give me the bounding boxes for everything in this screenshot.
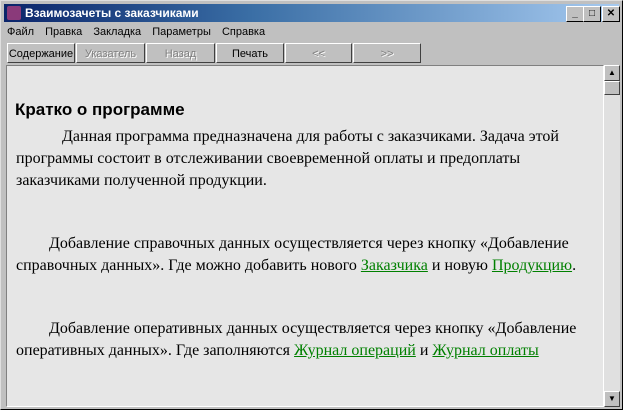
- maximize-button[interactable]: □: [583, 6, 601, 22]
- product-link[interactable]: Продукцию: [492, 257, 572, 274]
- window-title: Взаимозачеты с заказчиками: [25, 6, 199, 20]
- payments-journal-link[interactable]: Журнал оплаты: [432, 342, 538, 359]
- page-heading: Кратко о программе: [15, 100, 185, 119]
- next-button[interactable]: >>: [353, 43, 421, 63]
- print-button[interactable]: Печать: [216, 43, 284, 63]
- back-button[interactable]: Назад: [146, 43, 215, 63]
- help-window: Взаимозачеты с заказчиками _ □ ✕ Файл Пр…: [0, 0, 623, 410]
- minimize-button[interactable]: _: [566, 6, 584, 22]
- title-bar: Взаимозачеты с заказчиками _ □ ✕: [4, 4, 620, 22]
- prev-button[interactable]: <<: [285, 43, 352, 63]
- menu-file[interactable]: Файл: [7, 26, 34, 38]
- text: и новую: [427, 257, 492, 274]
- operations-journal-link[interactable]: Журнал операций: [294, 342, 416, 359]
- menu-bookmark[interactable]: Закладка: [93, 26, 141, 38]
- index-button[interactable]: Указатель: [76, 43, 145, 63]
- scroll-thumb[interactable]: [604, 81, 620, 95]
- contents-button[interactable]: Содержание: [7, 43, 75, 63]
- menu-edit[interactable]: Правка: [45, 26, 82, 38]
- vertical-scrollbar[interactable]: ▲ ▼: [604, 65, 620, 407]
- scroll-down-arrow-icon[interactable]: ▼: [604, 391, 620, 407]
- menu-options[interactable]: Параметры: [152, 26, 211, 38]
- text: и: [415, 342, 433, 359]
- menu-help[interactable]: Справка: [222, 26, 265, 38]
- scroll-up-arrow-icon[interactable]: ▲: [604, 65, 620, 81]
- menu-bar: Файл Правка Закладка Параметры Справка: [7, 24, 273, 40]
- app-book-icon: [7, 6, 21, 20]
- paragraph-reference-data: Добавление справочных данных осуществляе…: [16, 233, 596, 277]
- help-content: Кратко о программе Данная программа пред…: [6, 65, 604, 407]
- paragraph-operational-data: Добавление оперативных данных осуществля…: [16, 318, 596, 362]
- paragraph-intro: Данная программа предназначена для работ…: [16, 128, 559, 189]
- close-button[interactable]: ✕: [602, 6, 620, 22]
- text: .: [572, 257, 577, 274]
- customer-link[interactable]: Заказчика: [361, 257, 428, 274]
